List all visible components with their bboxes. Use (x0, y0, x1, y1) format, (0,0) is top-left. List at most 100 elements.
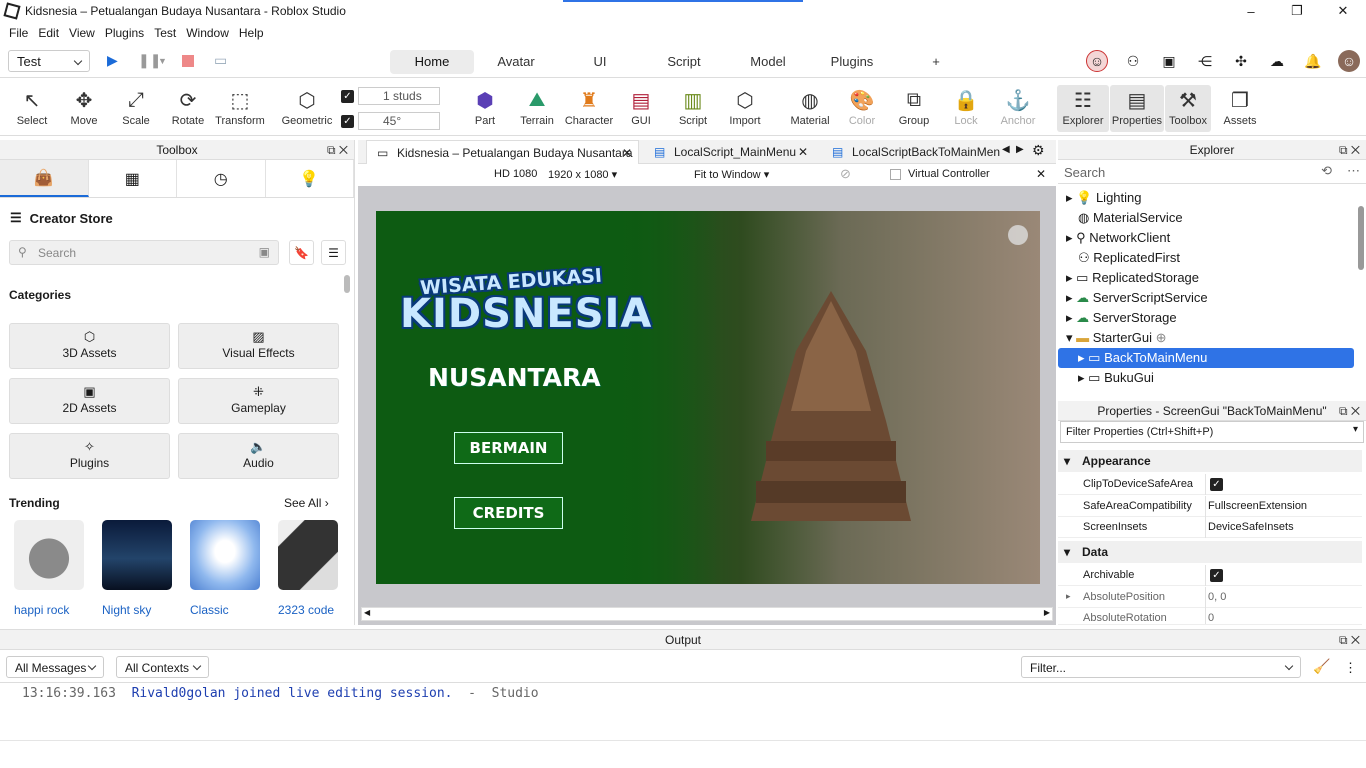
panel-close-icon[interactable]: ⧉ ✕ (1339, 401, 1360, 421)
close-button[interactable]: ✕ (1320, 0, 1366, 22)
tab-localscript-back[interactable]: ▤ LocalScriptBackToMainMenu (822, 140, 1000, 164)
anchor-tool[interactable]: ⚓ Anchor (992, 85, 1044, 128)
tab-scroll-left-icon[interactable]: ◀ (1002, 144, 1010, 155)
category-gameplay[interactable]: ⁜ Gameplay (178, 378, 339, 424)
grid-icon[interactable]: ▦ (89, 160, 177, 197)
mode-select[interactable]: Test (8, 50, 90, 72)
explorer-scrollbar[interactable] (1358, 206, 1364, 270)
explorer-item[interactable]: ◍ MaterialService (1058, 208, 1354, 228)
category-2d-assets[interactable]: ▣ 2D Assets (9, 378, 170, 424)
terrain-tool[interactable]: ⛰ Terrain (511, 85, 563, 128)
explorer-item[interactable]: ▸ ☁ ServerScriptService (1058, 288, 1354, 308)
explorer-item-selected[interactable]: ▸ ▭ BackToMainMenu (1058, 348, 1354, 368)
pause-dropdown-icon[interactable]: ▼ (158, 56, 167, 66)
more-icon[interactable]: ⋯ (1347, 163, 1360, 179)
credits-button[interactable]: CREDITS (454, 497, 563, 529)
trending-name[interactable]: Night sky (102, 603, 151, 617)
clock-icon[interactable]: ◷ (177, 160, 266, 197)
menu-view[interactable]: View (64, 26, 100, 40)
comment-icon[interactable]: ▣ (1158, 50, 1180, 72)
history-icon[interactable]: ⟲ (1321, 163, 1332, 179)
lock-tool[interactable]: 🔒 Lock (940, 85, 992, 128)
property-checkbox[interactable]: ✓ (1210, 478, 1223, 491)
share-icon[interactable]: ⋲ (1194, 50, 1216, 72)
emulator-close-icon[interactable]: ✕ (1036, 167, 1046, 181)
menu-edit[interactable]: Edit (33, 26, 64, 40)
explorer-item[interactable]: ⚇ ReplicatedFirst (1058, 248, 1354, 268)
property-row[interactable]: ScreenInsets DeviceSafeInsets (1058, 517, 1362, 538)
property-row[interactable]: SafeAreaCompatibility FullscreenExtension (1058, 496, 1362, 517)
add-child-icon[interactable]: ⊕ (1156, 330, 1167, 345)
geometric-tool[interactable]: ⬡ Geometric (281, 85, 333, 128)
scale-tool[interactable]: ⤢ Scale (110, 85, 162, 128)
shop-bag-icon[interactable]: 👜 (0, 160, 89, 197)
rotate-step-checkbox[interactable]: ✓ (341, 115, 354, 128)
explorer-item[interactable]: ▾ ▬ StarterGui ⊕ (1058, 328, 1354, 348)
property-row[interactable]: ▸ AbsolutePosition 0, 0 (1058, 587, 1362, 608)
trending-thumb-night-sky[interactable] (102, 520, 172, 590)
script-tool[interactable]: ▥ Script (667, 85, 719, 128)
character-tool[interactable]: ♜ Character (563, 85, 615, 128)
import-tool[interactable]: ⬡ Import (719, 85, 771, 128)
stop-icon[interactable] (182, 55, 194, 67)
viewport-horizontal-scrollbar[interactable]: ◀ ▶ (361, 607, 1053, 621)
menu-file[interactable]: File (4, 26, 33, 40)
property-row[interactable]: ClipToDeviceSafeArea ✓ (1058, 474, 1362, 495)
device-size-select[interactable]: 1920 x 1080 ▾ (548, 168, 617, 181)
bookmark-icon[interactable]: 🔖 (289, 240, 314, 265)
category-visual-effects[interactable]: ▨ Visual Effects (178, 323, 339, 369)
property-row[interactable]: Archivable ✓ (1058, 565, 1362, 586)
user-avatar[interactable]: ☺ (1338, 50, 1360, 72)
properties-tool[interactable]: ▤ Properties (1110, 85, 1164, 132)
part-tool[interactable]: ⬢ Part (459, 85, 511, 128)
section-appearance[interactable]: ▾ Appearance (1058, 450, 1362, 472)
explorer-item[interactable]: ▸ ⚲ NetworkClient (1058, 228, 1354, 248)
creator-store-header[interactable]: ☰ Creator Store (0, 198, 354, 238)
tab-avatar[interactable]: Avatar (474, 50, 558, 74)
play-icon[interactable]: ▶ (107, 52, 118, 69)
move-step-input[interactable]: 1 studs (358, 87, 440, 105)
tab-localscript-mainmenu[interactable]: ▤ LocalScript_MainMenu ✕ (644, 140, 814, 164)
orientation-icon[interactable]: ⊘ (840, 166, 851, 182)
chevron-down-icon[interactable]: ▾ (1353, 424, 1358, 435)
trending-name[interactable]: happi rock (14, 603, 69, 617)
device-resolution[interactable]: HD 1080 (494, 168, 537, 180)
collaborator-avatar[interactable]: ☺ (1086, 50, 1108, 72)
trending-thumb-happi-rock[interactable] (14, 520, 84, 590)
see-all-link[interactable]: See All › (284, 496, 329, 510)
panel-close-icon[interactable]: ⧉ ✕ (327, 140, 348, 160)
gear-icon[interactable]: ⚙ (1032, 142, 1045, 159)
category-audio[interactable]: 🔈 Audio (178, 433, 339, 479)
image-search-icon[interactable]: ▣ (259, 245, 270, 259)
minimize-button[interactable]: – (1228, 0, 1274, 22)
tab-close-icon[interactable]: ✕ (798, 140, 808, 164)
explorer-search-input[interactable]: Search ⟲ ⋯ (1058, 160, 1366, 184)
toolbox-tool[interactable]: ⚒ Toolbox (1165, 85, 1211, 132)
section-data[interactable]: ▾ Data (1058, 541, 1362, 563)
play-game-button[interactable]: BERMAIN (454, 432, 563, 464)
more-icon[interactable]: ⋮ (1344, 660, 1357, 676)
explorer-item[interactable]: ▸ ▭ ReplicatedStorage (1058, 268, 1354, 288)
bulb-icon[interactable]: 💡 (266, 160, 354, 197)
explorer-item[interactable]: ▸ ☁ ServerStorage (1058, 308, 1354, 328)
trending-name[interactable]: 2323 code (278, 603, 334, 617)
filter-settings-icon[interactable]: ☰ (321, 240, 346, 265)
notification-icon[interactable]: 🔔 (1302, 50, 1324, 72)
tab-close-icon[interactable]: ✕ (622, 141, 632, 165)
tab-model[interactable]: Model (726, 50, 810, 74)
property-row[interactable]: AbsoluteRotation 0 (1058, 608, 1362, 625)
messages-filter-select[interactable]: All Messages (6, 656, 104, 678)
panel-close-icon[interactable]: ⧉ ✕ (1339, 140, 1360, 160)
trending-name[interactable]: Classic (190, 603, 229, 617)
cloud-icon[interactable]: ☁ (1266, 50, 1288, 72)
contexts-filter-select[interactable]: All Contexts (116, 656, 209, 678)
tab-scroll-right-icon[interactable]: ▶ (1016, 144, 1024, 155)
hamburger-icon[interactable]: ☰ (10, 210, 22, 226)
rotate-tool[interactable]: ⟳ Rotate (162, 85, 214, 128)
tab-ui[interactable]: UI (558, 50, 642, 74)
trending-thumb-code[interactable] (278, 520, 338, 590)
assets-tool[interactable]: ❐ Assets (1214, 85, 1266, 128)
menu-test[interactable]: Test (149, 26, 181, 40)
property-checkbox[interactable]: ✓ (1210, 569, 1223, 582)
tab-add[interactable]: + (894, 50, 978, 74)
